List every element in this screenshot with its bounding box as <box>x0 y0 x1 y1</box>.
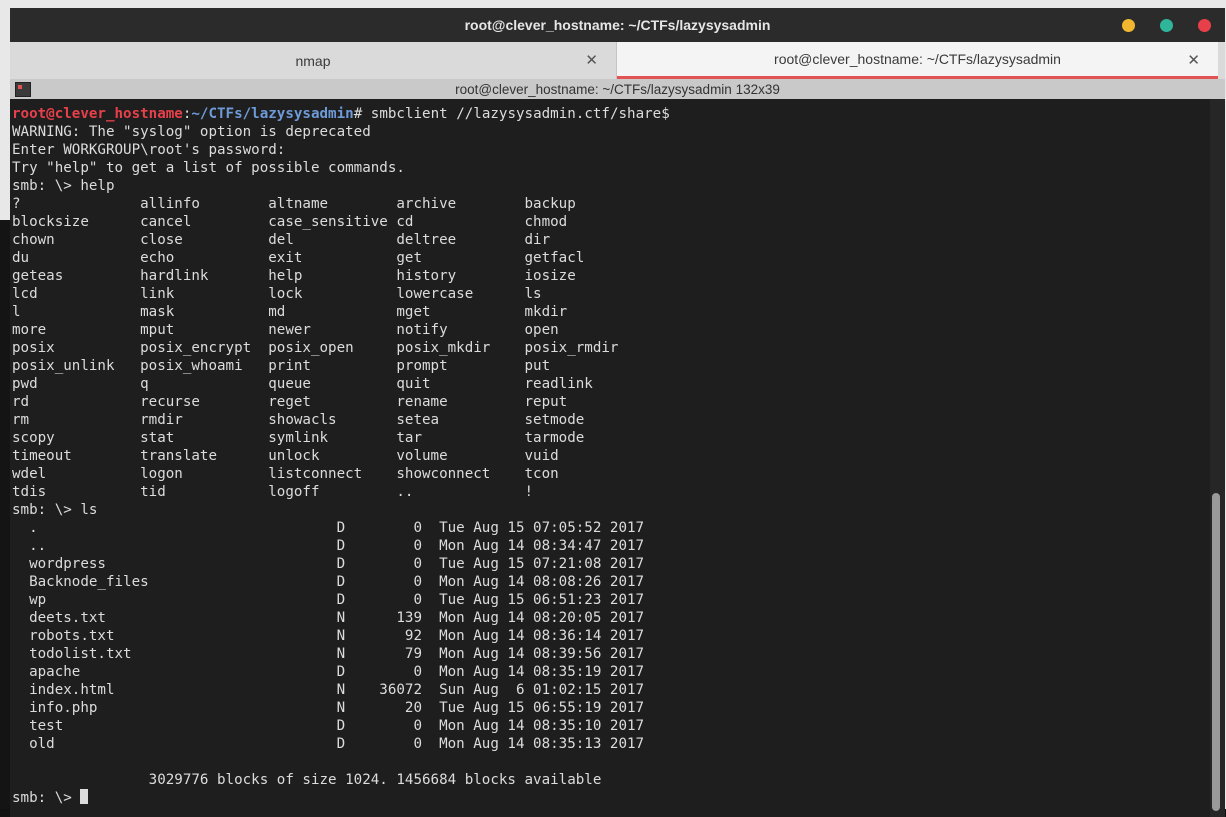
terminal-window: root@clever_hostname: ~/CTFs/lazysysadmi… <box>10 8 1225 817</box>
close-tab-icon[interactable]: ✕ <box>585 51 598 69</box>
tab-label: root@clever_hostname: ~/CTFs/lazysysadmi… <box>774 51 1061 67</box>
command-output: WARNING: The "syslog" option is deprecat… <box>12 124 645 788</box>
tab-bar: nmap ✕ root@clever_hostname: ~/CTFs/lazy… <box>10 42 1225 80</box>
prompt-command: smbclient //lazysysadmin.ctf/share$ <box>362 106 670 122</box>
window-title: root@clever_hostname: ~/CTFs/lazysysadmi… <box>464 17 771 33</box>
close-tab-icon[interactable]: ✕ <box>1187 51 1200 69</box>
tab-label: nmap <box>295 52 331 69</box>
terminal-info-bar: root@clever_hostname: ~/CTFs/lazysysadmi… <box>10 79 1225 99</box>
tab-lazysysadmin[interactable]: root@clever_hostname: ~/CTFs/lazysysadmi… <box>617 42 1218 79</box>
desktop-background <box>0 220 10 817</box>
scrollbar-thumb[interactable] <box>1212 493 1220 811</box>
terminal-viewport[interactable]: root@clever_hostname:~/CTFs/lazysysadmin… <box>10 99 1210 817</box>
terminal-size-label: root@clever_hostname: ~/CTFs/lazysysadmi… <box>455 81 780 97</box>
prompt-symbol: # <box>353 106 363 122</box>
maximize-button[interactable] <box>1160 19 1173 32</box>
prompt-path: ~/CTFs/lazysysadmin <box>191 106 354 122</box>
terminal-output: root@clever_hostname:~/CTFs/lazysysadmin… <box>10 99 1210 807</box>
prompt-user: root@clever_hostname <box>12 106 183 122</box>
close-window-button[interactable] <box>1198 19 1211 32</box>
smb-prompt: smb: \> <box>12 790 81 806</box>
minimize-button[interactable] <box>1122 19 1135 32</box>
terminal-icon[interactable] <box>15 82 31 97</box>
text-cursor <box>80 789 89 804</box>
scrollbar[interactable] <box>1210 99 1225 817</box>
title-bar[interactable]: root@clever_hostname: ~/CTFs/lazysysadmi… <box>10 8 1225 42</box>
tab-nmap[interactable]: nmap ✕ <box>10 42 617 79</box>
